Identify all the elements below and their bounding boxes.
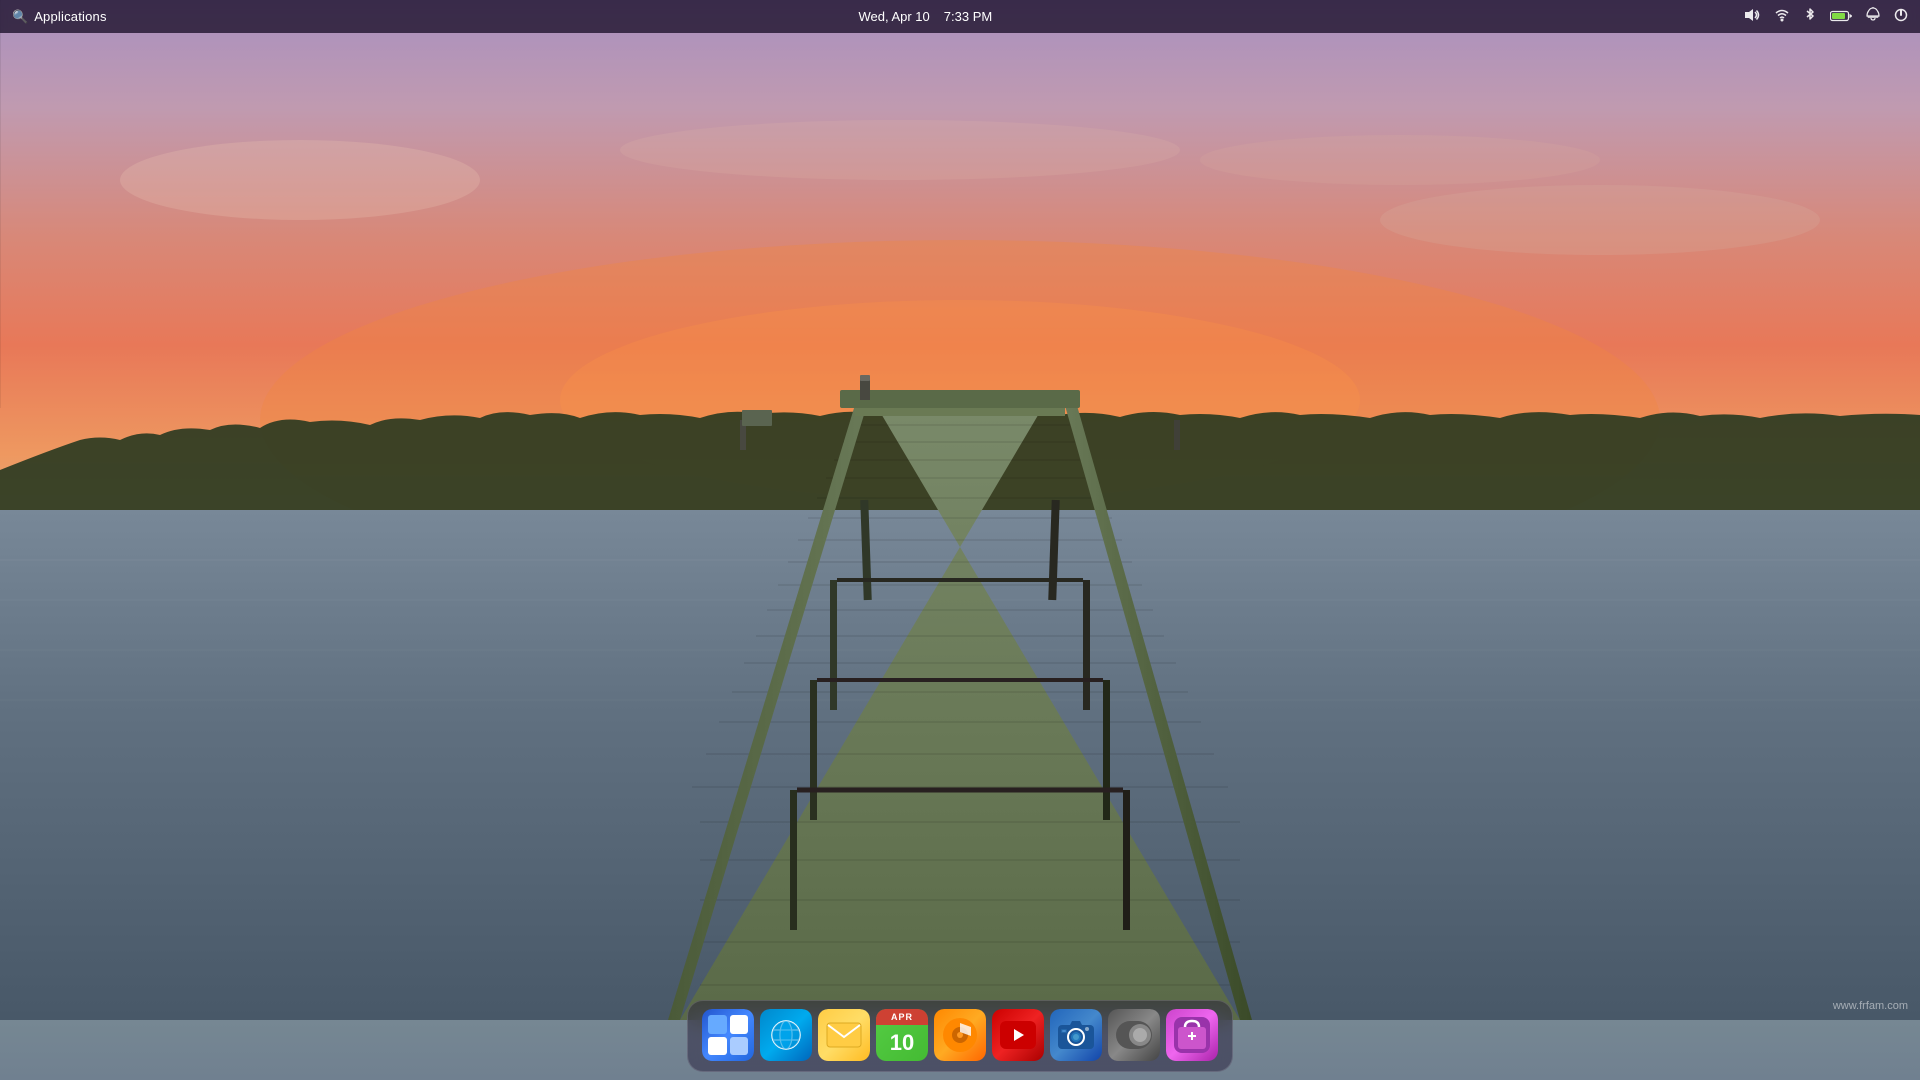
applications-menu[interactable]: Applications <box>34 9 107 24</box>
wifi-icon[interactable] <box>1774 8 1790 25</box>
youtube-icon <box>992 1009 1044 1061</box>
date-display: Wed, Apr 10 <box>858 9 929 24</box>
mail-icon <box>818 1009 870 1061</box>
camera-icon <box>1050 1009 1102 1061</box>
dock-item-youtube[interactable] <box>992 1009 1044 1061</box>
search-icon[interactable]: 🔍 <box>12 9 28 25</box>
calendar-month-label: APR <box>891 1012 913 1022</box>
dock: APR 10 <box>687 1000 1233 1072</box>
dock-item-music[interactable] <box>934 1009 986 1061</box>
time-display: 7:33 PM <box>944 9 992 24</box>
browser-icon <box>760 1009 812 1061</box>
dock-item-mosaic[interactable] <box>702 1009 754 1061</box>
volume-icon[interactable] <box>1744 8 1760 25</box>
desktop-scene <box>0 0 1920 1080</box>
menubar: 🔍 Applications Wed, Apr 10 7:33 PM <box>0 0 1920 33</box>
menubar-left: 🔍 Applications <box>12 9 107 25</box>
music-icon <box>934 1009 986 1061</box>
battery-icon[interactable] <box>1830 9 1852 25</box>
power-icon[interactable] <box>1894 8 1908 25</box>
bluetooth-icon[interactable] <box>1804 7 1816 26</box>
dock-item-settings[interactable] <box>1108 1009 1160 1061</box>
dock-item-store[interactable] <box>1166 1009 1218 1061</box>
dock-item-calendar[interactable]: APR 10 <box>876 1009 928 1061</box>
app-store-icon <box>1166 1009 1218 1061</box>
menubar-clock: Wed, Apr 10 7:33 PM <box>858 9 992 24</box>
dock-item-camera[interactable] <box>1050 1009 1102 1061</box>
system-settings-icon <box>1108 1009 1160 1061</box>
calendar-icon: APR 10 <box>876 1009 928 1061</box>
dock-item-browser[interactable] <box>760 1009 812 1061</box>
mosaic-app-icon <box>702 1009 754 1061</box>
notification-bell-icon[interactable] <box>1866 7 1880 26</box>
menubar-right-icons <box>1744 7 1908 26</box>
calendar-day-label: 10 <box>890 1030 914 1056</box>
watermark: www.frfam.com <box>1833 1000 1908 1012</box>
dock-item-mail[interactable] <box>818 1009 870 1061</box>
